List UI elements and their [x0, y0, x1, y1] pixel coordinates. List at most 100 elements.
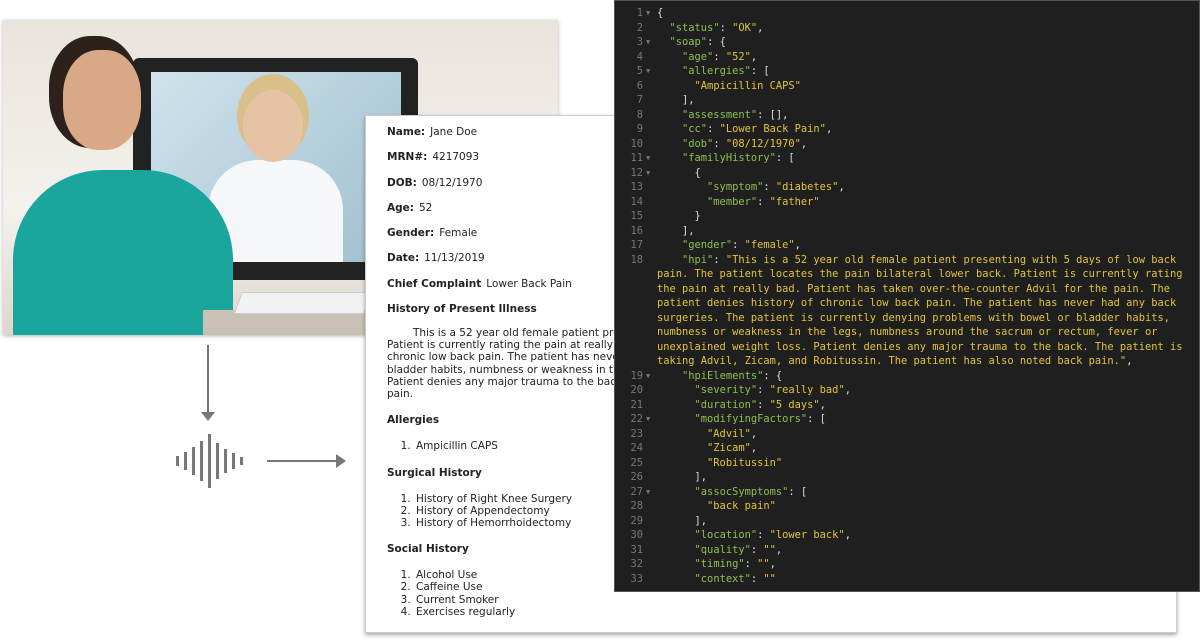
- line-number: 13: [630, 181, 643, 193]
- fold-gutter: [643, 528, 657, 543]
- line-number: 1: [636, 7, 643, 19]
- line-content: "duration": "5 days",: [657, 398, 1199, 413]
- fold-gutter: [643, 108, 657, 123]
- code-line: 21 "duration": "5 days",: [615, 398, 1199, 413]
- field-value: Jane Doe: [430, 126, 478, 138]
- json-key: "familyHistory": [682, 152, 776, 164]
- fold-arrow-icon[interactable]: ▼: [643, 369, 657, 384]
- line-content: ],: [657, 514, 1199, 529]
- json-punctuation: [657, 413, 695, 425]
- json-string: "": [757, 558, 770, 570]
- fold-gutter: [643, 209, 657, 224]
- json-punctuation: [657, 138, 682, 150]
- json-punctuation: [657, 558, 695, 570]
- code-line: 6 "Ampicillin CAPS": [615, 79, 1199, 94]
- line-number: 25: [630, 456, 643, 469]
- field-label: Age:: [387, 201, 414, 214]
- fold-gutter: [643, 456, 657, 471]
- line-number: 16: [630, 224, 643, 237]
- field-label: DOB:: [387, 176, 417, 189]
- json-punctuation: ],: [657, 471, 708, 483]
- fold-arrow-icon[interactable]: ▼: [643, 166, 657, 181]
- json-string: "father": [769, 195, 820, 208]
- json-punctuation: ,: [775, 543, 783, 556]
- json-key: "soap": [669, 36, 708, 48]
- json-punctuation: [657, 500, 707, 512]
- fold-arrow-icon[interactable]: ▼: [643, 485, 657, 500]
- line-content: "assessment": [],: [657, 108, 1199, 123]
- json-punctuation: [657, 370, 682, 382]
- json-punctuation: [657, 80, 695, 92]
- line-number: 22: [630, 413, 643, 425]
- line-content: ],: [657, 470, 1199, 485]
- code-line: 4 "age": "52",: [615, 50, 1199, 65]
- line-content: "Robitussin": [657, 456, 1199, 471]
- fold-gutter: [643, 195, 657, 210]
- line-content: "gender": "female",: [657, 238, 1199, 253]
- json-punctuation: : [: [750, 65, 770, 77]
- line-content: "Zicam",: [657, 441, 1199, 456]
- fold-gutter: [643, 543, 657, 558]
- json-key: "age": [682, 50, 714, 63]
- list-item: Exercises regularly: [414, 606, 1176, 618]
- line-content: "modifyingFactors": [: [657, 412, 1199, 427]
- json-punctuation: ,: [819, 398, 826, 411]
- fold-gutter: [643, 79, 657, 94]
- section-heading: Past Medical History: [387, 632, 1176, 633]
- json-punctuation: :: [757, 384, 770, 396]
- line-number: 32: [630, 558, 643, 570]
- json-key: "context": [694, 572, 751, 585]
- code-line: 16 ],: [615, 224, 1199, 239]
- json-punctuation: [657, 239, 682, 251]
- json-punctuation: ,: [838, 181, 845, 193]
- line-content: "familyHistory": [: [657, 151, 1199, 166]
- fold-gutter: [643, 514, 657, 529]
- json-key: "symptom": [707, 181, 764, 193]
- fold-arrow-icon[interactable]: ▼: [643, 64, 657, 79]
- code-line: 20 "severity": "really bad",: [615, 383, 1199, 398]
- json-punctuation: [657, 65, 682, 77]
- line-number: 30: [630, 529, 643, 541]
- json-string: "lower back": [769, 529, 845, 541]
- field-value: 52: [418, 201, 433, 214]
- code-line: 28 "back pain": [615, 499, 1199, 514]
- line-content: "assocSymptoms": [: [657, 485, 1199, 500]
- right-arrow-icon: [267, 454, 346, 468]
- json-key: "allergies": [682, 65, 751, 77]
- code-line: 31 "quality": "",: [615, 543, 1199, 558]
- code-line: 18 "hpi": "This is a 52 year old female …: [615, 253, 1199, 369]
- patient-figure: [13, 170, 233, 335]
- fold-arrow-icon[interactable]: ▼: [643, 35, 657, 50]
- fold-gutter: [643, 50, 657, 65]
- json-code-viewer[interactable]: 1 ▼{2 "status": "OK", 3 ▼ "soap": {4 "age":…: [614, 0, 1200, 592]
- field-label: Name:: [387, 126, 426, 138]
- json-punctuation: : [: [788, 485, 808, 498]
- line-number: 14: [630, 195, 643, 208]
- code-line: 3 ▼ "soap": {: [615, 35, 1199, 50]
- line-number: 4: [636, 50, 643, 63]
- code-line: 7 ],: [615, 93, 1199, 108]
- fold-arrow-icon[interactable]: ▼: [643, 412, 657, 427]
- json-string: "": [763, 543, 776, 556]
- json-key: "hpi": [682, 253, 714, 266]
- field-label: MRN#:: [387, 151, 428, 164]
- json-key: "location": [694, 529, 758, 541]
- field-value: 11/13/2019: [424, 252, 485, 265]
- json-punctuation: [657, 544, 695, 556]
- json-string: "Robitussin": [707, 456, 783, 469]
- fold-arrow-icon[interactable]: ▼: [643, 151, 657, 166]
- line-content: {: [657, 6, 1199, 21]
- line-number: 29: [630, 514, 643, 527]
- json-punctuation: ,: [800, 137, 808, 150]
- json-punctuation: [657, 152, 682, 164]
- json-string: "back pain": [707, 500, 776, 512]
- json-punctuation: :: [763, 181, 776, 193]
- fold-gutter: [643, 122, 657, 137]
- json-string: "really bad": [769, 384, 845, 396]
- code-line: 15 }: [615, 209, 1199, 224]
- json-punctuation: {: [657, 7, 664, 19]
- fold-arrow-icon[interactable]: ▼: [643, 6, 657, 21]
- json-string: "female": [744, 239, 795, 251]
- line-number: 15: [630, 210, 643, 222]
- line-content: ],: [657, 224, 1199, 239]
